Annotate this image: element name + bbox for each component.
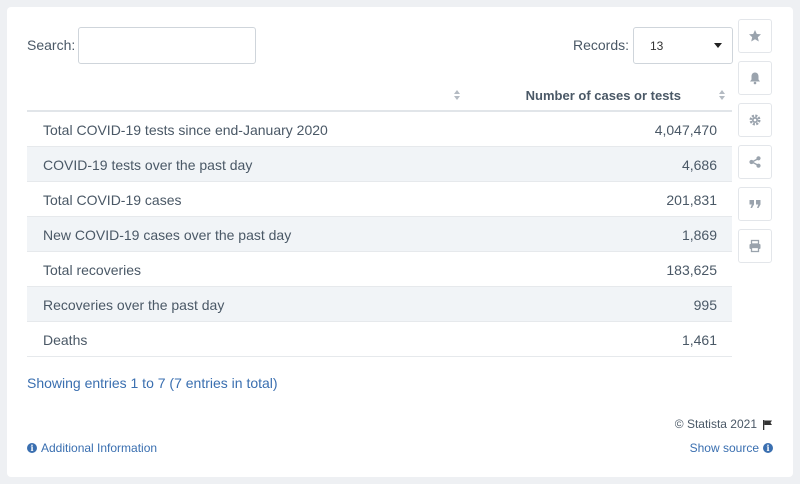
notification-button[interactable] [738,61,772,95]
table-row: Total COVID-19 cases 201,831 [27,182,732,217]
data-table: Number of cases or tests Total COVID-19 … [27,78,732,357]
records-label: Records: [573,37,630,53]
records-selected-value: 13 [650,39,664,53]
chevron-down-icon [714,43,722,48]
show-source-label: Show source [689,441,759,455]
row-label: Total recoveries [43,262,142,278]
table-row: Total recoveries 183,625 [27,252,732,287]
cite-button[interactable] [738,187,772,221]
row-label: COVID-19 tests over the past day [43,157,253,173]
row-value: 4,686 [681,157,717,173]
star-icon [749,30,761,42]
show-source-link[interactable]: Show source i [690,441,773,455]
gear-icon [749,114,761,126]
row-value: 995 [693,297,717,313]
row-value: 201,831 [666,192,717,208]
sort-icon[interactable] [718,89,726,101]
sort-icon[interactable] [453,89,461,101]
row-label: New COVID-19 cases over the past day [43,227,292,243]
quote-icon [749,200,761,208]
table-row: New COVID-19 cases over the past day 1,8… [27,217,732,252]
share-button[interactable] [738,145,772,179]
info-icon: i [763,443,773,453]
share-icon [749,156,761,168]
header-value[interactable]: Number of cases or tests [526,88,681,103]
flag-icon[interactable] [762,419,773,430]
table-header: Number of cases or tests [27,78,732,112]
search-label: Search: [27,37,76,53]
records-select[interactable]: 13 [633,27,733,64]
table-row: Total COVID-19 tests since end-January 2… [27,112,732,147]
settings-button[interactable] [738,103,772,137]
entries-summary: Showing entries 1 to 7 (7 entries in tot… [27,375,278,391]
row-label: Deaths [43,332,88,348]
statistic-card: Search: Records: 13 Number of cases or t… [7,7,793,477]
info-icon: i [27,443,37,453]
table-row: Recoveries over the past day 995 [27,287,732,322]
row-label: Total COVID-19 tests since end-January 2… [43,122,328,138]
row-value: 1,869 [681,227,717,243]
print-button[interactable] [738,229,772,263]
search-input[interactable] [78,27,256,64]
row-label: Total COVID-19 cases [43,192,182,208]
table-row: COVID-19 tests over the past day 4,686 [27,147,732,182]
row-value: 183,625 [666,262,717,278]
row-label: Recoveries over the past day [43,297,225,313]
additional-info-label: Additional Information [41,441,158,455]
row-value: 1,461 [681,332,717,348]
table-row: Deaths 1,461 [27,322,732,357]
row-value: 4,047,470 [654,122,717,138]
copyright: © Statista 2021 [675,417,773,431]
favorite-button[interactable] [738,19,772,53]
copyright-text: © Statista 2021 [674,417,757,431]
table-body: Total COVID-19 tests since end-January 2… [27,112,732,357]
additional-info-link[interactable]: i Additional Information [27,441,157,455]
bell-icon [750,72,760,85]
print-icon [749,239,761,253]
